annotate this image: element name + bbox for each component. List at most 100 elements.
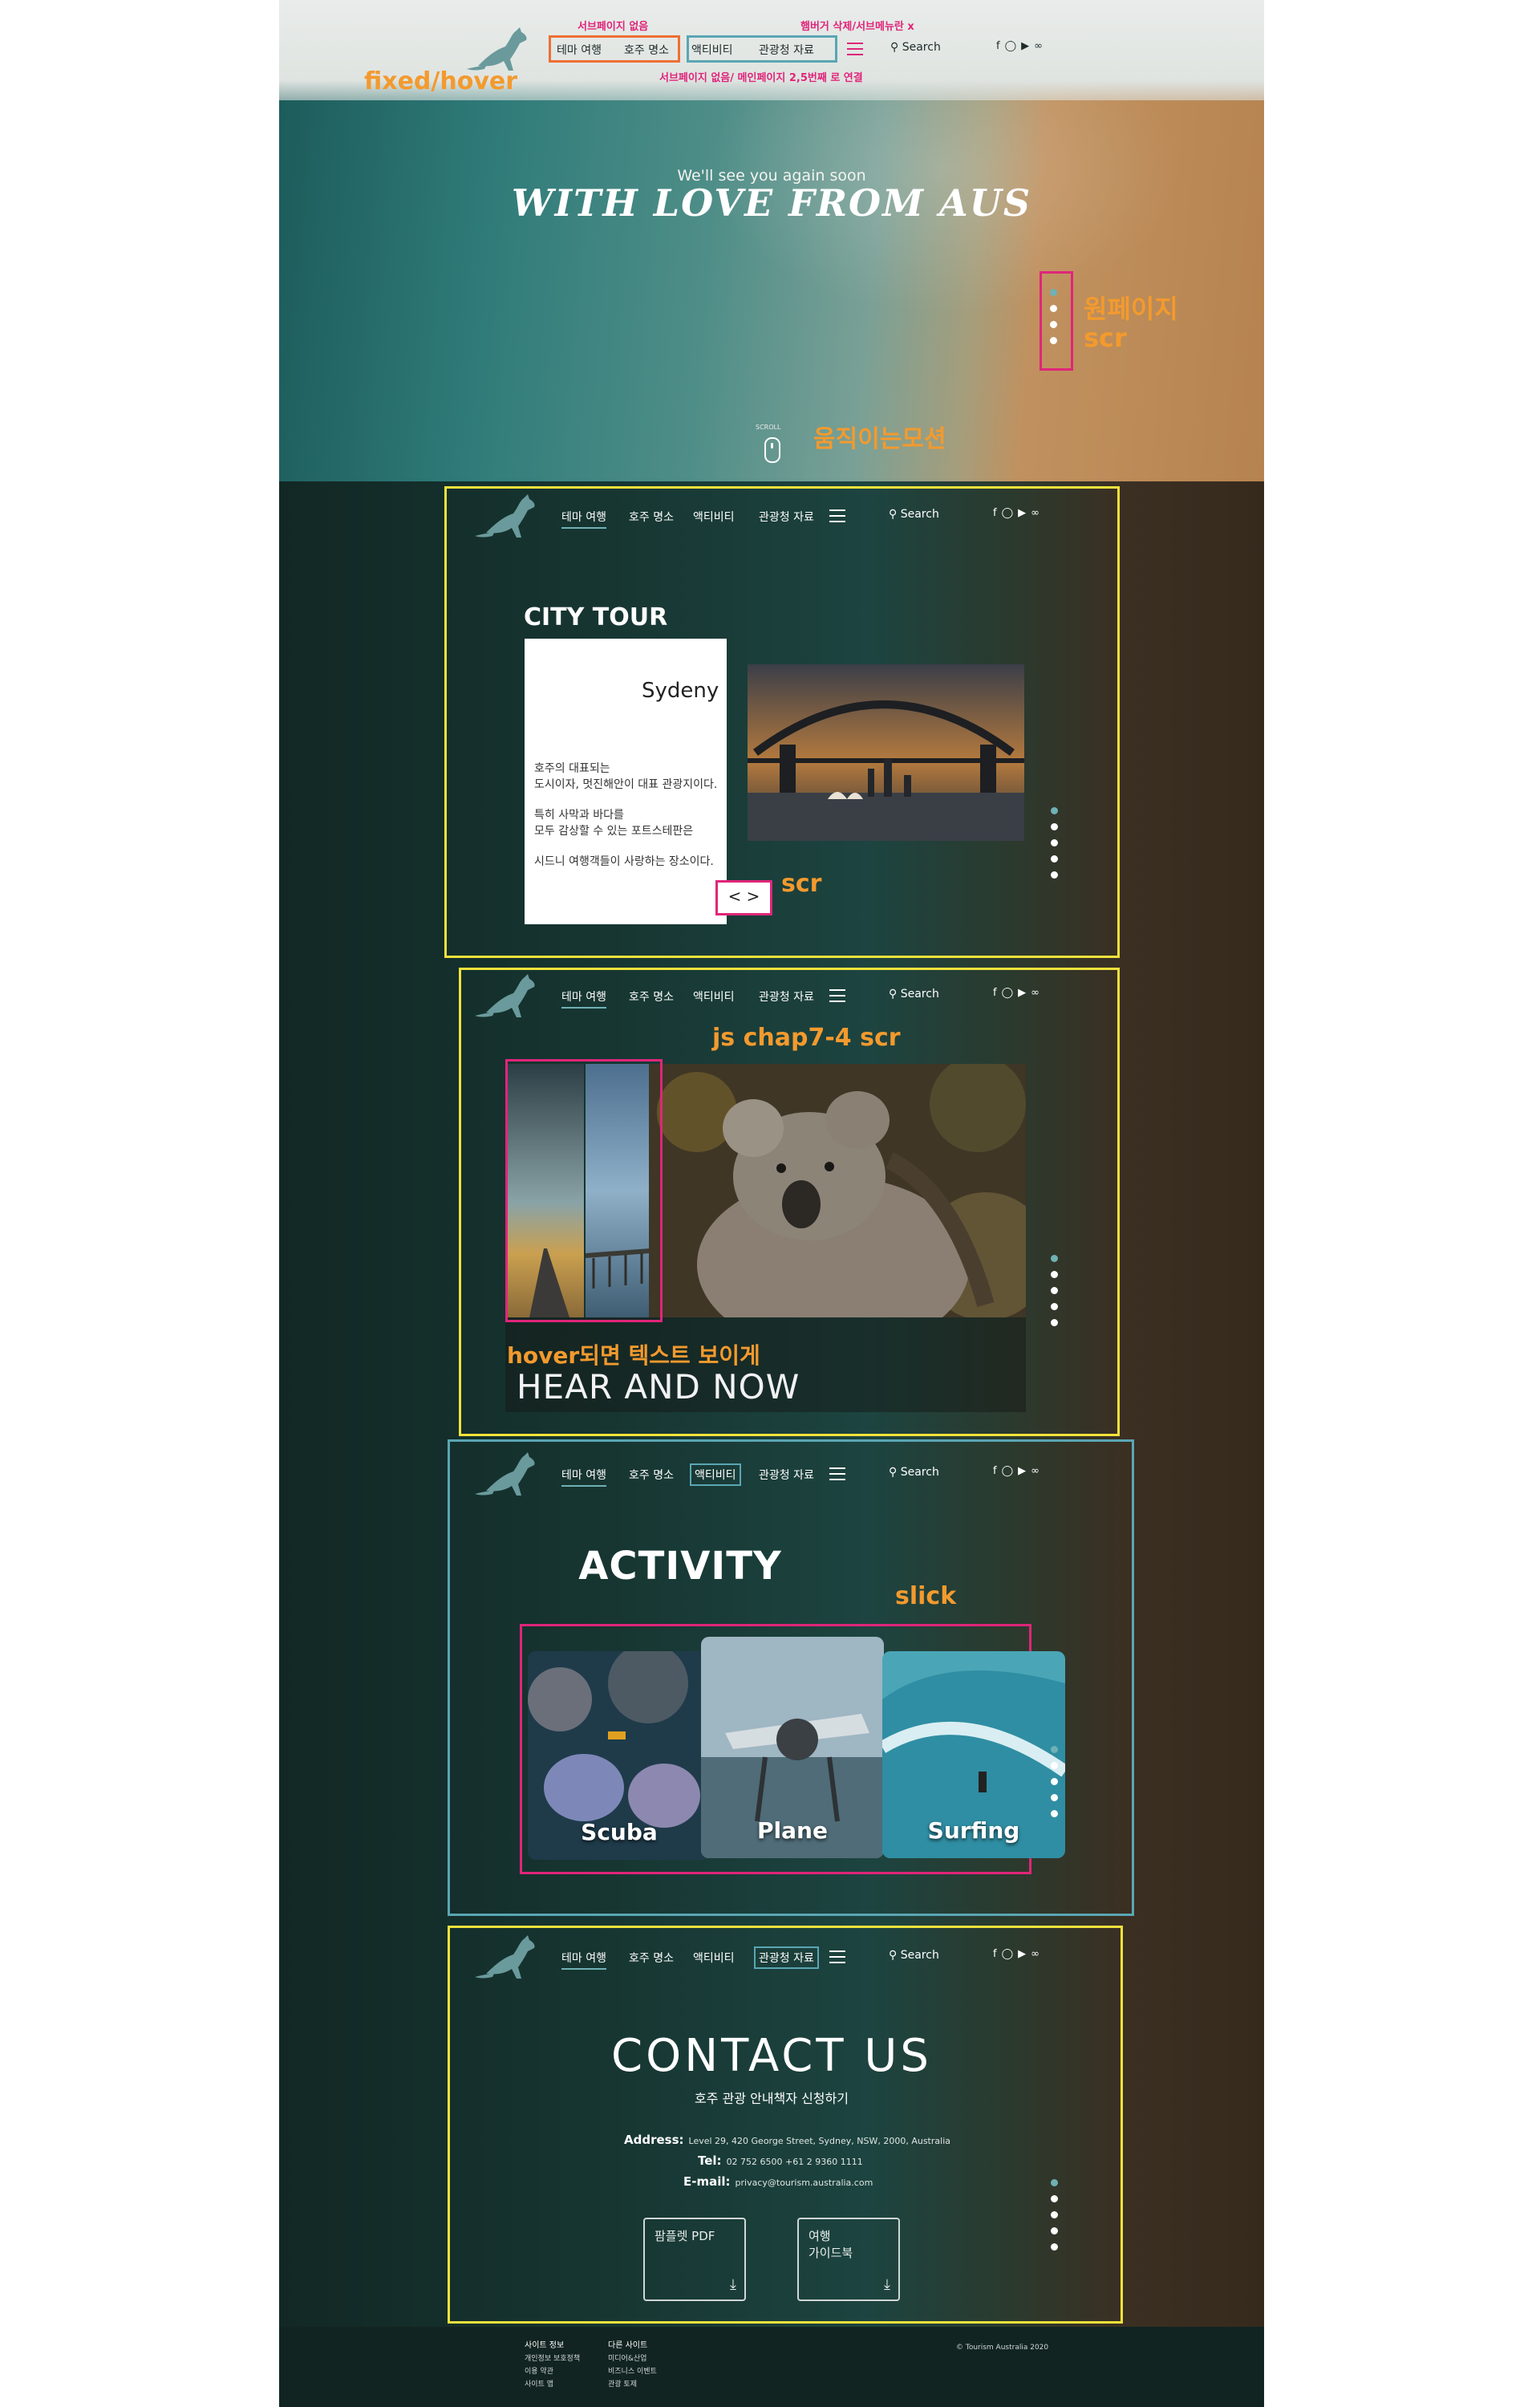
tripadvisor-icon[interactable]: ∞ (1031, 507, 1044, 519)
email-value: privacy@tourism.australia.com (735, 2178, 873, 2188)
annotation-subpage: 서브페이지 없음/ 메인페이지 2,5번째 로 연결 (659, 72, 863, 84)
hamburger-menu-icon[interactable] (829, 1467, 845, 1484)
city-desc-line: 도시이자, 멋진해안이 대표 관광지이다. (534, 778, 718, 791)
tripadvisor-icon[interactable]: ∞ (1031, 987, 1044, 999)
annotation-hamburger: 햄버거 삭제/서브메뉴란 x (800, 21, 914, 33)
nav-item-activity[interactable]: 액티비티 (693, 1950, 735, 1966)
download-label: 여행 가이드북 (808, 2229, 853, 2260)
kangaroo-logo-icon[interactable] (472, 491, 541, 544)
hamburger-menu-icon[interactable] (829, 509, 845, 526)
nav-item-resources[interactable]: 관광청 자료 (754, 1946, 819, 1969)
footer-site-info: 사이트 정보 개인정보 보호정책 이용 약관 사이트 맵 (525, 2340, 580, 2391)
instagram-icon[interactable]: ◯ (1002, 1948, 1019, 1960)
instagram-icon[interactable]: ◯ (1002, 1465, 1019, 1477)
kangaroo-logo-icon[interactable] (472, 971, 541, 1024)
nav-item-activity[interactable]: 액티비티 (693, 988, 735, 1005)
search-icon: ⚲ (889, 1949, 898, 1962)
instagram-icon[interactable]: ◯ (1002, 507, 1019, 519)
footer-link[interactable]: 비즈니스 이벤트 (608, 2365, 657, 2378)
facebook-icon[interactable]: f (996, 40, 1005, 52)
footer-link[interactable]: 이용 약관 (525, 2365, 580, 2378)
nav-item-activity[interactable]: 액티비티 (693, 509, 735, 525)
search-label: Search (900, 1466, 939, 1479)
page: 테마 여행 호주 명소 액티비티 관광청 자료 ⚲ Search f◯▶∞ 서브… (279, 0, 1264, 2407)
sydney-bridge-image (748, 664, 1024, 841)
download-pamphlet-button[interactable]: 팜플렛 PDF ⤓ (643, 2218, 746, 2301)
instagram-icon[interactable]: ◯ (1002, 987, 1019, 999)
youtube-icon[interactable]: ▶ (1018, 1948, 1031, 1960)
facebook-icon[interactable]: f (993, 1465, 1002, 1477)
onepage-dots[interactable] (1051, 2179, 1059, 2259)
facebook-icon[interactable]: f (993, 1948, 1002, 1960)
onepage-dots[interactable] (1051, 1255, 1059, 1335)
tripadvisor-icon[interactable]: ∞ (1031, 1465, 1044, 1477)
tripadvisor-icon[interactable]: ∞ (1031, 1948, 1044, 1960)
youtube-icon[interactable]: ▶ (1021, 40, 1034, 52)
youtube-icon[interactable]: ▶ (1018, 1465, 1031, 1477)
search-icon: ⚲ (890, 41, 899, 54)
search-icon: ⚲ (889, 1466, 898, 1479)
footer-link[interactable]: 개인정보 보호정책 (525, 2352, 580, 2365)
section-nav: 테마 여행 호주 명소 액티비티 관광청 자료 ⚲ Search f◯▶∞ (472, 974, 1097, 1017)
youtube-icon[interactable]: ▶ (1018, 987, 1031, 999)
kangaroo-logo-icon[interactable] (472, 1449, 541, 1502)
hamburger-menu-icon[interactable] (847, 43, 863, 59)
facebook-icon[interactable]: f (993, 987, 1002, 999)
activity-slide-scuba[interactable]: Scuba (528, 1651, 711, 1860)
onepage-dots-hero[interactable] (1050, 289, 1058, 353)
nav-item-theme[interactable]: 테마 여행 (561, 988, 606, 1009)
nav-item-attractions[interactable]: 호주 명소 (624, 42, 669, 58)
slide-arrows[interactable]: < > (715, 880, 772, 915)
nav-item-attractions[interactable]: 호주 명소 (629, 1950, 674, 1966)
copyright: © Tourism Australia 2020 (956, 2344, 1049, 2352)
search-button[interactable]: ⚲ Search (889, 988, 939, 1001)
tripadvisor-icon[interactable]: ∞ (1034, 40, 1048, 52)
annotation-hover-text: hover되면 텍스트 보이게 (507, 1342, 760, 1369)
instagram-icon[interactable]: ◯ (1005, 40, 1022, 52)
scroll-mouse-icon[interactable] (764, 437, 780, 463)
slide-label: Plane (757, 1817, 828, 1844)
activity-slide-plane[interactable]: Plane (701, 1637, 884, 1858)
nav-item-theme[interactable]: 테마 여행 (561, 1467, 606, 1487)
nav-item-resources[interactable]: 관광청 자료 (759, 1467, 814, 1483)
footer-link[interactable]: 미디어&산업 (608, 2352, 657, 2365)
activity-slide-surfing[interactable]: Surfing (882, 1651, 1065, 1858)
section-nav: 테마 여행 호주 명소 액티비티 관광청 자료 ⚲ Search f◯▶∞ (472, 494, 1097, 538)
nav-item-attractions[interactable]: 호주 명소 (629, 988, 674, 1005)
hamburger-menu-icon[interactable] (829, 1950, 845, 1967)
download-guidebook-button[interactable]: 여행 가이드북 ⤓ (797, 2218, 900, 2301)
footer-link[interactable]: 사이트 맵 (525, 2378, 580, 2391)
nav-item-attractions[interactable]: 호주 명소 (629, 509, 674, 525)
section-nav: 테마 여행 호주 명소 액티비티 관광청 자료 ⚲ Search f◯▶∞ (472, 1452, 1097, 1496)
search-button[interactable]: ⚲ Search (889, 1466, 939, 1479)
city-desc-line: 모두 감상할 수 있는 포트스테판은 (534, 825, 694, 838)
annotation-scr: scr (1084, 323, 1127, 353)
hamburger-menu-icon[interactable] (829, 989, 845, 1006)
search-label: Search (900, 508, 939, 521)
youtube-icon[interactable]: ▶ (1018, 507, 1031, 519)
nav-item-attractions[interactable]: 호주 명소 (629, 1467, 674, 1483)
nav-item-activity[interactable]: 액티비티 (690, 1463, 741, 1486)
onepage-dots[interactable] (1051, 1746, 1059, 1826)
nav-item-resources[interactable]: 관광청 자료 (759, 509, 814, 525)
search-label: Search (902, 41, 941, 54)
hear-title[interactable]: HEAR AND NOW (517, 1367, 800, 1406)
annotation-no-subpage: 서브페이지 없음 (578, 21, 649, 33)
nav-item-theme[interactable]: 테마 여행 (557, 42, 602, 58)
footer: 사이트 정보 개인정보 보호정책 이용 약관 사이트 맵 다른 사이트 미디어&… (279, 2327, 1264, 2407)
onepage-dots[interactable] (1051, 807, 1059, 887)
kangaroo-logo-icon[interactable] (472, 1932, 541, 1985)
nav-item-resources[interactable]: 관광청 자료 (759, 42, 814, 58)
nav-item-theme[interactable]: 테마 여행 (561, 509, 606, 529)
search-button[interactable]: ⚲ Search (890, 41, 941, 54)
search-button[interactable]: ⚲ Search (889, 508, 939, 521)
nav-item-activity[interactable]: 액티비티 (691, 42, 733, 58)
search-icon: ⚲ (889, 508, 898, 521)
search-button[interactable]: ⚲ Search (889, 1949, 939, 1962)
facebook-icon[interactable]: f (993, 507, 1002, 519)
annotation-slick: slick (895, 1582, 957, 1610)
nav-item-theme[interactable]: 테마 여행 (561, 1950, 606, 1970)
download-label: 팜플렛 PDF (654, 2229, 715, 2243)
nav-item-resources[interactable]: 관광청 자료 (759, 988, 814, 1005)
footer-link[interactable]: 관광 토제 (608, 2378, 657, 2391)
